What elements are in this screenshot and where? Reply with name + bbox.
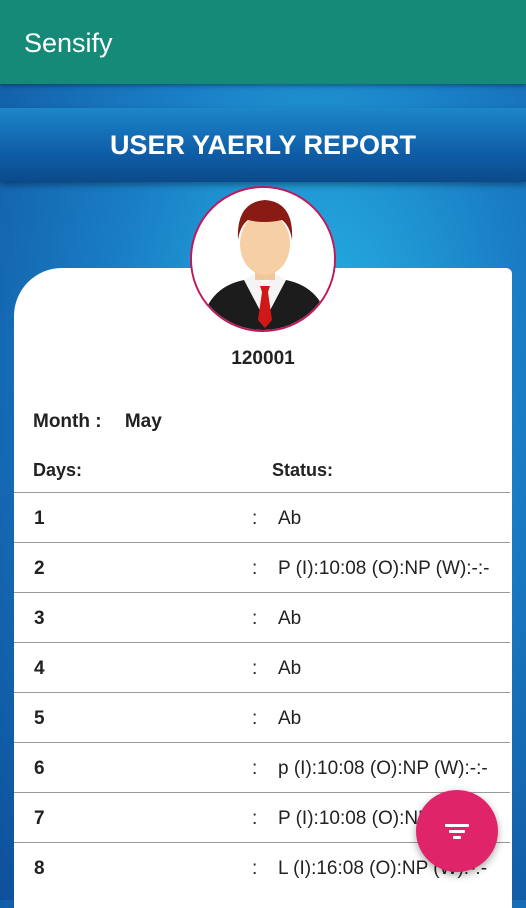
status-value: Ab (278, 708, 302, 729)
list-item: 2: P (I):10:08 (O):NP (W):-:- (14, 542, 510, 592)
day-number: 5 (34, 708, 45, 729)
separator: : (252, 758, 258, 779)
separator: : (252, 808, 258, 829)
days-column-header: Days: (33, 460, 83, 480)
day-number: 6 (34, 758, 45, 779)
month-label: Month : (33, 411, 102, 432)
list-item: 5: Ab (14, 692, 510, 742)
status-value: p (I):10:08 (O):NP (W):-:- (278, 758, 488, 779)
day-number: 4 (34, 658, 45, 679)
report-header: USER YAERLY REPORT (0, 108, 526, 182)
separator: : (252, 608, 258, 629)
status-value: Ab (278, 508, 302, 529)
status-column-header: Status: (272, 460, 334, 480)
separator: : (252, 558, 258, 579)
list-item: 6: p (I):10:08 (O):NP (W):-:- (14, 742, 510, 792)
user-avatar (190, 186, 336, 332)
separator: : (252, 858, 258, 879)
list-item: 1: Ab (14, 492, 510, 542)
report-title: USER YAERLY REPORT (109, 130, 417, 160)
app-title: Sensify (24, 28, 113, 58)
day-number: 3 (34, 608, 45, 629)
filter-button[interactable] (416, 790, 498, 872)
month-value: May (124, 411, 162, 432)
day-number: 2 (34, 558, 45, 579)
separator: : (252, 708, 258, 729)
list-item: 4: Ab (14, 642, 510, 692)
separator: : (252, 658, 258, 679)
status-value: Ab (278, 658, 302, 679)
list-item: 3: Ab (14, 592, 510, 642)
status-value: P (I):10:08 (O):NP (W):-:- (278, 558, 490, 579)
user-id: 120001 (231, 348, 295, 369)
month-row: Month : May (33, 411, 162, 433)
app-bar: Sensify (0, 0, 526, 84)
user-avatar-icon (192, 188, 334, 330)
day-number: 1 (34, 508, 45, 529)
day-number: 8 (34, 858, 45, 879)
separator: : (252, 508, 258, 529)
status-value: Ab (278, 608, 302, 629)
day-number: 7 (34, 808, 45, 829)
